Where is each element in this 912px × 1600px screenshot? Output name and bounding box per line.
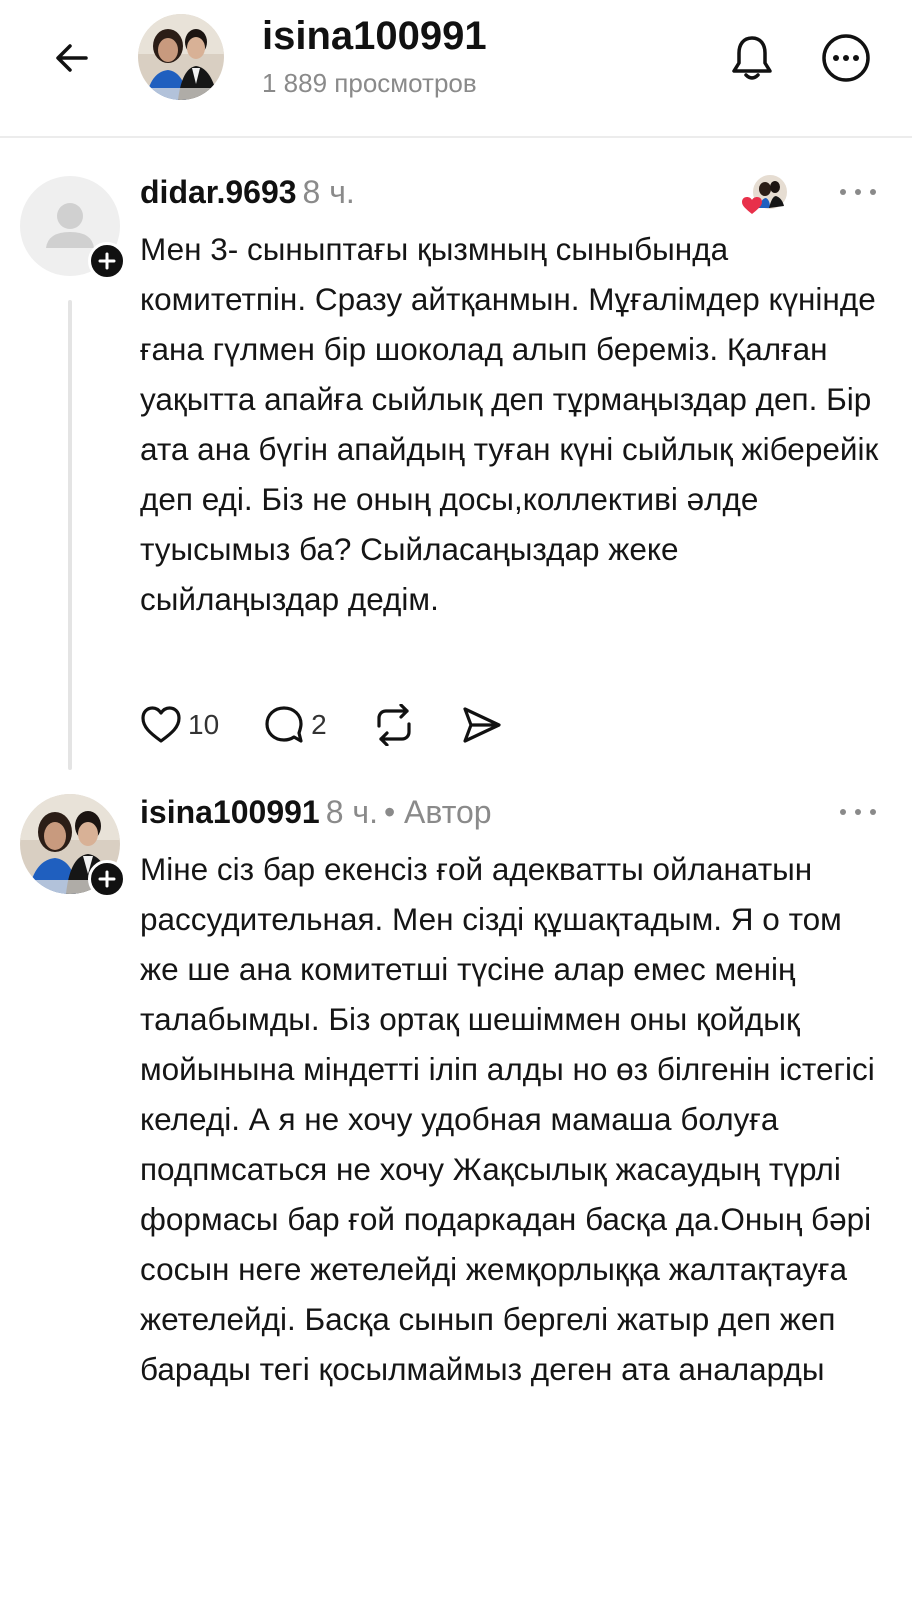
comment-text: Міне сіз бар екенсіз ғой адекватты ойлан… xyxy=(140,851,875,1387)
thread-line xyxy=(68,300,72,770)
back-arrow-icon[interactable] xyxy=(44,30,100,86)
like-count: 10 xyxy=(188,709,220,740)
liked-by-author-badge xyxy=(740,172,792,216)
more-circle-icon[interactable] xyxy=(818,30,874,86)
profile-avatar[interactable] xyxy=(138,14,224,100)
comment-time: 8 ч. xyxy=(325,794,378,830)
views-count: 1 889 просмотров xyxy=(262,68,477,98)
follow-plus-icon[interactable] xyxy=(88,860,126,898)
comment-text: Мен 3- сыныптағы қызмның сыныбында комит… xyxy=(140,231,879,617)
bell-icon[interactable] xyxy=(724,30,780,86)
like-button[interactable]: 10 xyxy=(140,705,219,745)
share-button[interactable] xyxy=(461,705,503,745)
more-dots-icon[interactable] xyxy=(840,802,876,822)
more-dots-icon[interactable] xyxy=(840,182,876,202)
author-tag: • Автор xyxy=(383,794,492,830)
page-title: isina100991 xyxy=(262,14,487,58)
heart-icon xyxy=(141,706,181,743)
comment-actions: 10 2 xyxy=(140,700,547,750)
reply-count: 2 xyxy=(311,709,327,740)
comment-header: didar.9693 8 ч. xyxy=(140,174,355,211)
comment-username[interactable]: didar.9693 xyxy=(140,174,297,210)
comment-time: 8 ч. xyxy=(302,174,355,210)
top-bar: isina100991 1 889 просмотров xyxy=(0,0,912,120)
header-divider xyxy=(0,136,912,138)
reply-button[interactable]: 2 xyxy=(263,704,327,746)
share-icon xyxy=(463,707,501,743)
comment-username[interactable]: isina100991 xyxy=(140,794,320,830)
repost-button[interactable] xyxy=(371,704,417,746)
repost-icon xyxy=(377,704,411,746)
follow-plus-icon[interactable] xyxy=(88,242,126,280)
reply-bubble-icon xyxy=(265,706,303,743)
comment-header: isina100991 8 ч. • Автор xyxy=(140,794,492,831)
